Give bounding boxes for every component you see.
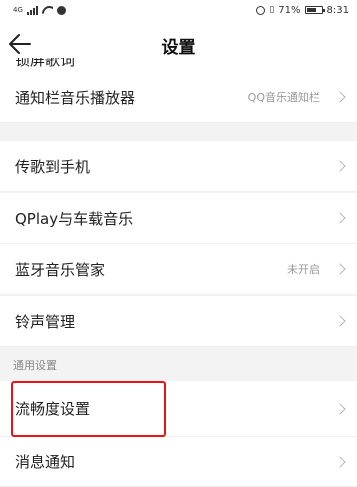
chevron-right-icon — [334, 263, 346, 275]
status-left: 4G — [13, 5, 66, 15]
section-header: 通用设置 — [0, 348, 357, 381]
signal-icon — [26, 5, 38, 15]
chevron-right-icon — [334, 315, 346, 327]
settings-item-value: 未开启 — [287, 263, 320, 276]
settings-item-ringtone[interactable]: 铃声管理 — [0, 296, 357, 347]
settings-item-lock-lyrics[interactable]: 锁屏歌词 — [0, 58, 357, 72]
status-right: ▯ 71% 8:31 — [256, 5, 349, 16]
battery-icon — [304, 6, 325, 14]
settings-item-value: QQ音乐通知栏 — [247, 91, 320, 104]
vibrate-icon: ▯ — [269, 5, 275, 15]
alarm-icon — [256, 5, 266, 15]
settings-item-label: QPlay与车载音乐 — [15, 209, 134, 228]
settings-item-qplay[interactable]: QPlay与车载音乐 — [0, 193, 357, 244]
chevron-right-icon — [334, 403, 346, 415]
chevron-right-icon — [334, 456, 346, 468]
settings-item-label: 锁屏歌词 — [15, 58, 76, 69]
settings-item-label: 铃声管理 — [15, 312, 76, 331]
page-title: 设置 — [161, 38, 196, 58]
chevron-right-icon — [334, 91, 346, 103]
settings-item-label: 通知栏音乐播放器 — [15, 88, 136, 107]
settings-item-notifications[interactable]: 消息通知 — [0, 437, 357, 487]
settings-item-bluetooth[interactable]: 蓝牙音乐管家 未开启 — [0, 244, 357, 295]
settings-item-label: 传歌到手机 — [15, 157, 91, 176]
chevron-right-icon — [334, 160, 346, 172]
chevron-right-icon — [334, 212, 346, 224]
battery-percent: 71% — [278, 4, 301, 16]
notification-icon — [56, 5, 66, 15]
settings-item-label: 蓝牙音乐管家 — [15, 260, 106, 279]
wifi-icon — [42, 6, 53, 15]
clock: 8:31 — [326, 4, 349, 16]
settings-item-label: 消息通知 — [15, 453, 76, 471]
network-type: 4G — [13, 6, 23, 14]
status-bar: 4G ▯ 71% 8:31 — [0, 0, 357, 20]
settings-item-transfer-songs[interactable]: 传歌到手机 — [0, 141, 357, 192]
highlight-box — [11, 381, 166, 437]
settings-item-notification-player[interactable]: 通知栏音乐播放器 QQ音乐通知栏 — [0, 72, 357, 123]
